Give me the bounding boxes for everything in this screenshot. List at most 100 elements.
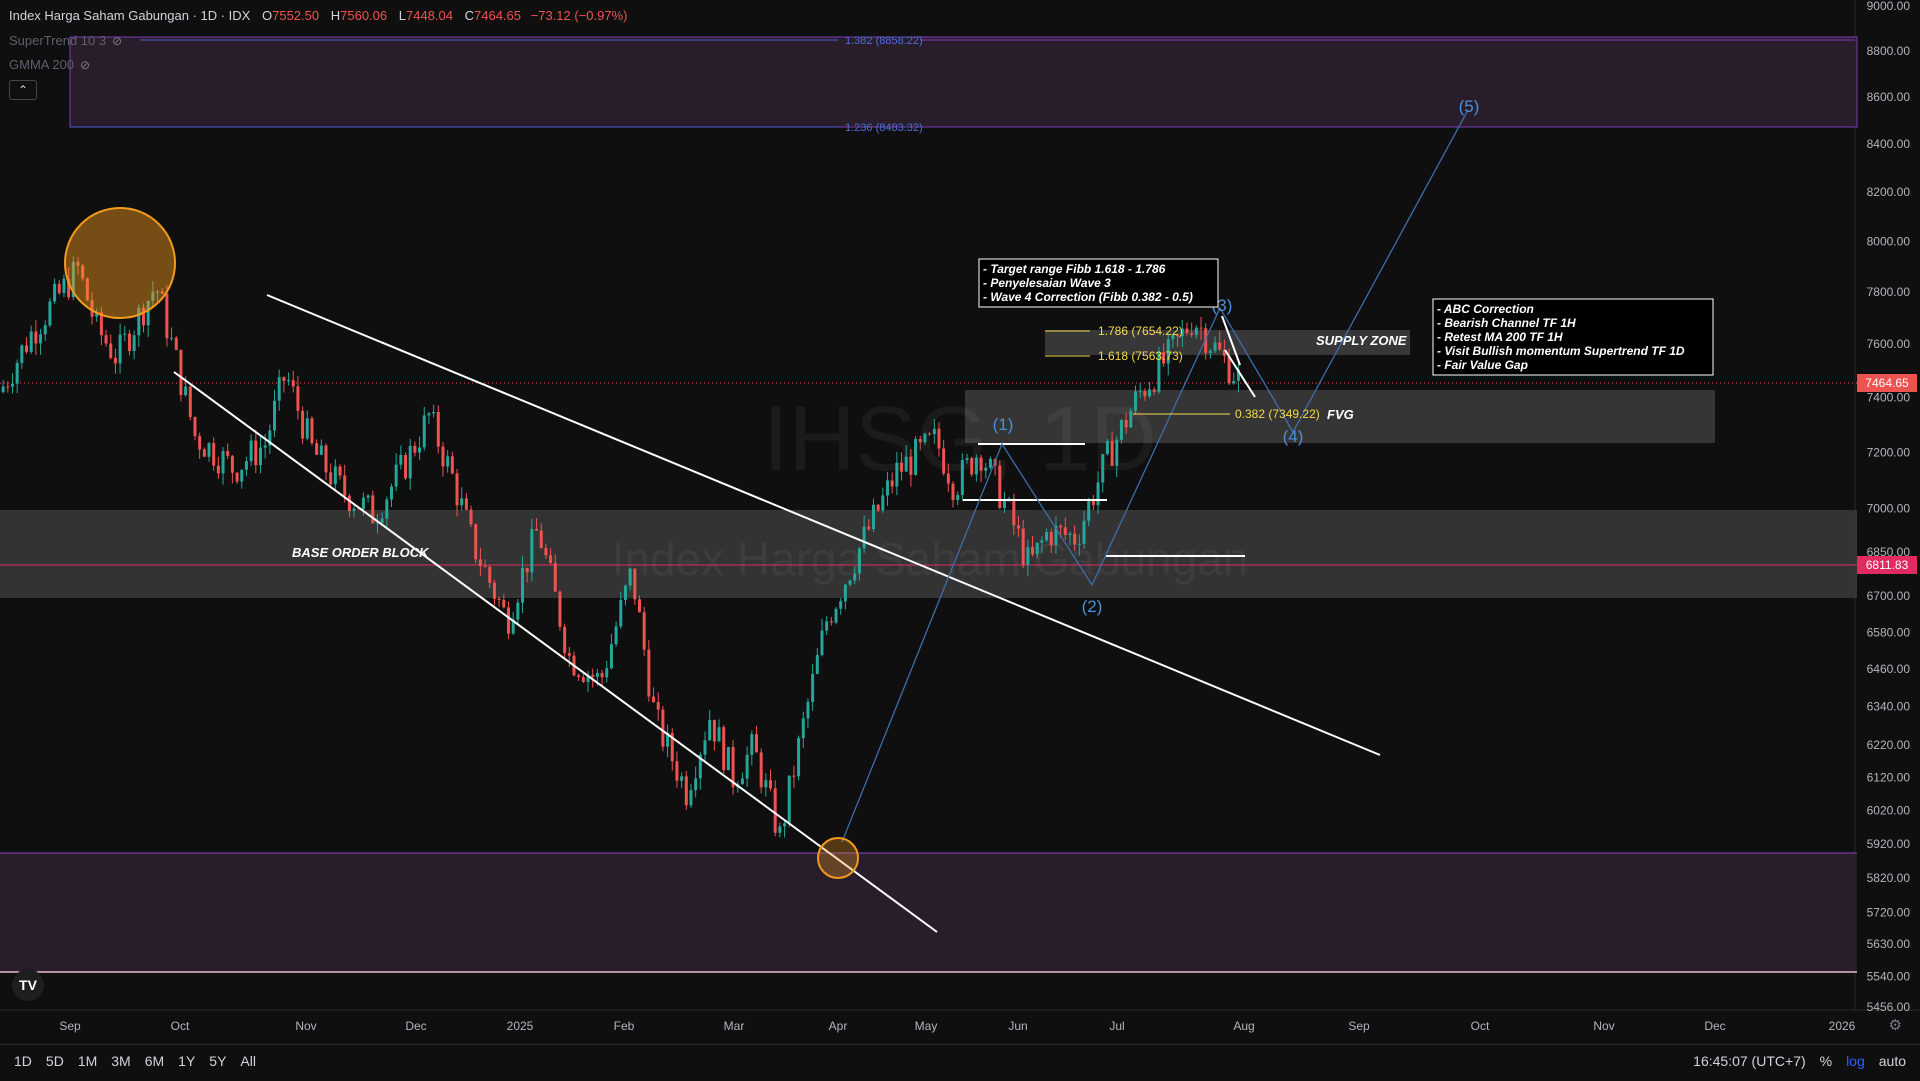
candle-body xyxy=(932,428,936,435)
range-1y[interactable]: 1Y xyxy=(178,1053,195,1069)
candle-body xyxy=(862,526,866,549)
range-6m[interactable]: 6M xyxy=(145,1053,164,1069)
candle-body xyxy=(212,443,216,466)
candle-body xyxy=(857,548,861,574)
price-chart[interactable]: 1.382 (8858.22) 1.236 (8483.32) BASE ORD… xyxy=(0,0,1920,1080)
hidden-eye-icon[interactable]: ⊘ xyxy=(112,34,122,48)
tradingview-logo-icon[interactable]: TV xyxy=(12,969,44,1001)
time-tick-label: Sep xyxy=(1348,1019,1370,1033)
symbol-header[interactable]: Index Harga Saham Gabungan · 1D · IDX O7… xyxy=(9,8,627,23)
indicator-gmma[interactable]: GMMA 200 ⊘ xyxy=(9,57,90,72)
collapse-legend-button[interactable]: ⌃ xyxy=(9,80,37,100)
note-right-line-2: - Bearish Channel TF 1H xyxy=(1437,316,1576,330)
candle-body xyxy=(998,465,1002,508)
candle-body xyxy=(254,440,258,466)
candle-body xyxy=(418,447,422,453)
time-tick-label: Dec xyxy=(405,1019,426,1033)
candle-body xyxy=(104,335,108,344)
symbol-title[interactable]: Index Harga Saham Gabungan · 1D · IDX xyxy=(9,8,250,23)
price-tick-label: 8800.00 xyxy=(1867,44,1911,58)
demand-zone-bottom xyxy=(0,853,1857,973)
indicator-supertrend[interactable]: SuperTrend 10 3 ⊘ xyxy=(9,33,122,48)
candle-body xyxy=(184,386,188,396)
price-tick-label: 7000.00 xyxy=(1867,502,1911,516)
time-tick-label: Feb xyxy=(614,1019,635,1033)
bottom-toolbar xyxy=(0,1044,1920,1081)
chevron-up-icon: ⌃ xyxy=(17,83,29,97)
candle-body xyxy=(202,449,206,457)
time-tick-label: Mar xyxy=(724,1019,745,1033)
candle-body xyxy=(778,826,782,833)
time-tick-label: Jul xyxy=(1109,1019,1124,1033)
candle-body xyxy=(1148,389,1152,397)
range-3m[interactable]: 3M xyxy=(111,1053,130,1069)
percent-toggle[interactable]: % xyxy=(1820,1053,1832,1069)
candle-body xyxy=(1133,391,1137,411)
candle-body xyxy=(235,472,239,482)
candle-body xyxy=(118,334,122,364)
settings-gear-icon[interactable]: ⚙ xyxy=(1889,1016,1902,1034)
candle-body xyxy=(1119,420,1123,440)
range-5d[interactable]: 5D xyxy=(46,1053,64,1069)
time-tick-label: Sep xyxy=(59,1019,81,1033)
note-left-line-1: - Target range Fibb 1.618 - 1.786 xyxy=(983,262,1166,276)
candle-body xyxy=(1213,342,1217,351)
note-right-line-3: - Retest MA 200 TF 1H xyxy=(1437,330,1563,344)
candle-body xyxy=(563,626,567,654)
hidden-eye-icon[interactable]: ⊘ xyxy=(80,58,90,72)
candle-body xyxy=(109,343,113,358)
candle-body xyxy=(10,383,14,387)
time-tick-label: Oct xyxy=(1471,1019,1490,1033)
note-left-line-3: - Wave 4 Correction (Fibb 0.382 - 0.5) xyxy=(983,290,1193,304)
time-tick-label: 2026 xyxy=(1829,1019,1856,1033)
candle-body xyxy=(15,362,19,384)
candle-body xyxy=(797,738,801,777)
candle-body xyxy=(43,325,47,335)
price-tick-label: 7200.00 xyxy=(1867,445,1911,459)
candle-body xyxy=(492,582,496,599)
candle-body xyxy=(343,475,347,496)
price-tick-label: 5630.00 xyxy=(1867,937,1911,951)
level-price-tag-text: 6811.83 xyxy=(1866,558,1909,572)
candle-body xyxy=(34,331,38,344)
range-all[interactable]: All xyxy=(240,1053,256,1069)
candle-body xyxy=(57,283,61,294)
log-toggle[interactable]: log xyxy=(1846,1053,1865,1069)
candle-body xyxy=(829,621,833,623)
candle-body xyxy=(404,454,408,479)
candle-body xyxy=(811,673,815,702)
note-right-line-1: - ABC Correction xyxy=(1437,302,1534,316)
last-price-tag-text: 7464.65 xyxy=(1865,376,1909,390)
price-tick-label: 5720.00 xyxy=(1867,905,1911,919)
candle-body xyxy=(389,486,393,500)
candle-body xyxy=(684,776,688,806)
candle-body xyxy=(123,333,127,335)
range-1m[interactable]: 1M xyxy=(78,1053,97,1069)
candle-body xyxy=(1124,420,1128,428)
auto-toggle[interactable]: auto xyxy=(1879,1053,1906,1069)
change-value: −73.12 (−0.97%) xyxy=(530,8,628,23)
time-tick-label: 2025 xyxy=(507,1019,534,1033)
candle-body xyxy=(773,788,777,833)
range-5y[interactable]: 5Y xyxy=(209,1053,226,1069)
range-1d[interactable]: 1D xyxy=(14,1053,32,1069)
candle-body xyxy=(885,480,889,496)
candle-body xyxy=(1232,380,1236,384)
candle-body xyxy=(1096,482,1100,506)
candle-body xyxy=(478,559,482,566)
time-tick-label: Apr xyxy=(829,1019,848,1033)
top-highlight-circle xyxy=(64,207,176,319)
candle-body xyxy=(853,573,857,581)
candle-body xyxy=(694,778,698,791)
candle-body xyxy=(333,466,337,485)
candle-body xyxy=(170,337,174,339)
price-tick-label: 5820.00 xyxy=(1867,871,1911,885)
close-value: 7464.65 xyxy=(474,8,521,23)
candle-body xyxy=(315,443,319,455)
price-tick-label: 8200.00 xyxy=(1867,185,1911,199)
clock-time[interactable]: 16:45:07 (UTC+7) xyxy=(1693,1053,1805,1069)
time-tick-label: Jun xyxy=(1008,1019,1027,1033)
candle-body xyxy=(974,457,978,475)
candle-body xyxy=(946,473,950,484)
candle-body xyxy=(48,301,52,326)
